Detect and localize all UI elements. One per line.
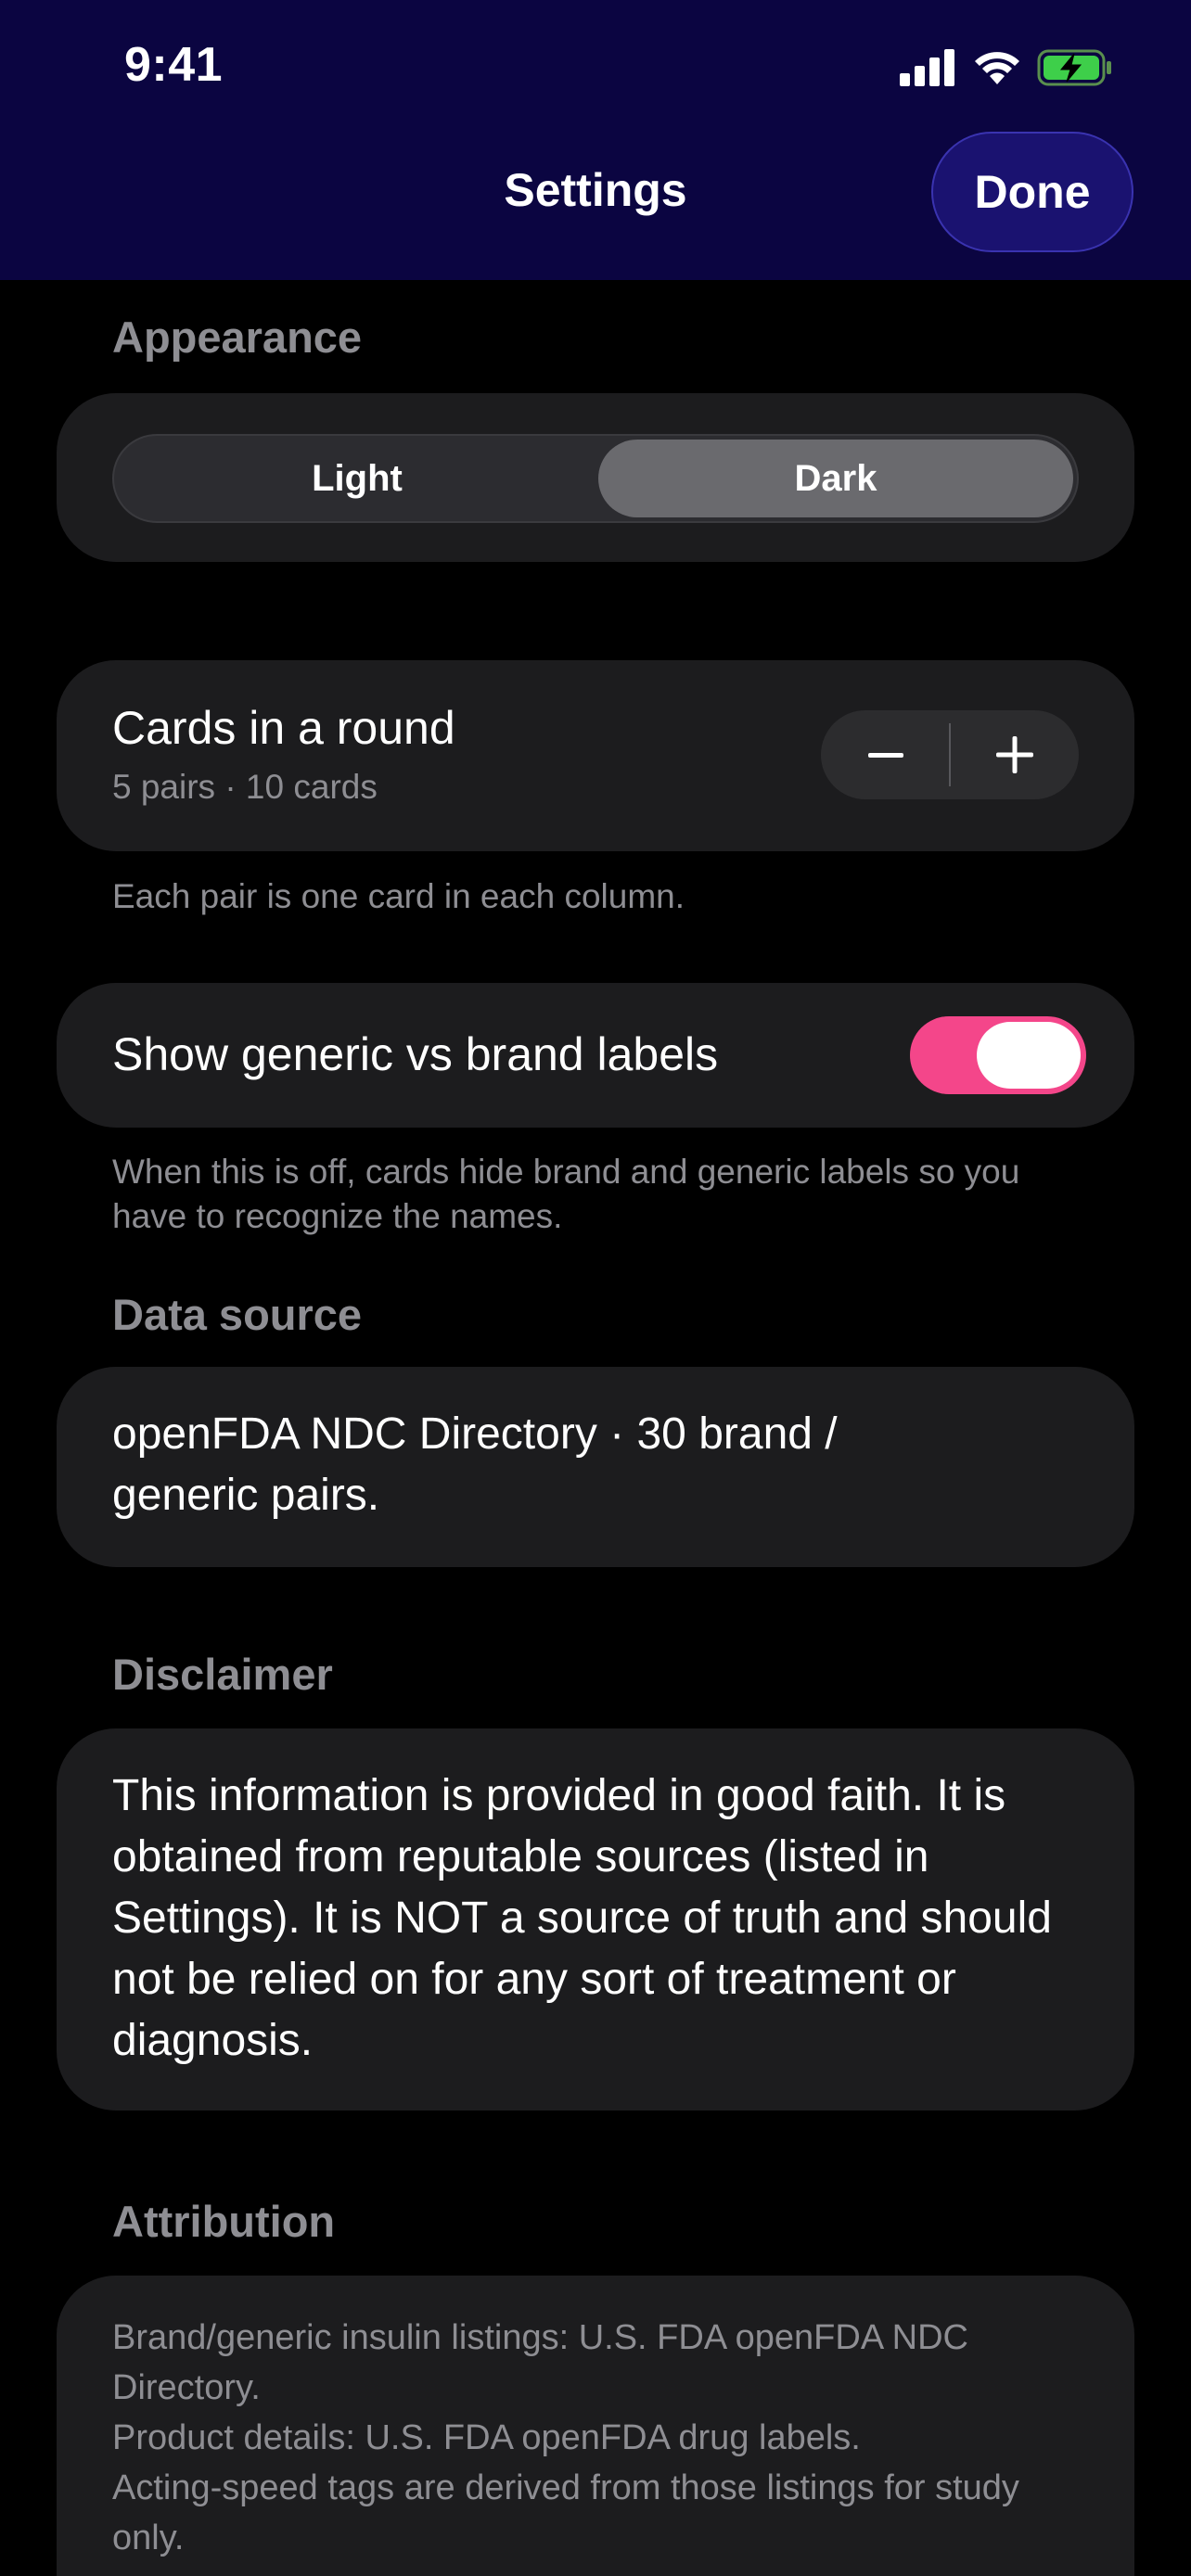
appearance-option-light[interactable]: Light [120,440,595,517]
attribution-card: Brand/generic insulin listings: U.S. FDA… [57,2276,1134,2576]
increment-button[interactable] [950,710,1079,799]
disclaimer-card: This information is provided in good fai… [57,1728,1134,2111]
data-source-section-title: Data source [112,1290,363,1339]
wifi-icon [975,52,1019,84]
attribution-section-title: Attribution [112,2197,336,2246]
toggle-knob [977,1022,1081,1089]
status-icons [900,46,1113,89]
done-button[interactable]: Done [931,132,1133,252]
appearance-section-title: Appearance [112,312,363,362]
labels-toggle-card: Show generic vs brand labels [57,983,1134,1128]
disclaimer-section-title: Disclaimer [112,1650,333,1699]
attribution-line: Product details: U.S. FDA openFDA drug l… [112,2418,861,2457]
data-source-text: openFDA NDC Directory · 30 brand / gener… [112,1409,838,1520]
appearance-option-dark[interactable]: Dark [598,440,1073,517]
labels-toggle-switch[interactable] [910,1016,1086,1094]
plus-icon [995,736,1033,773]
status-time: 9:41 [124,38,224,92]
cellular-signal-icon [900,49,954,86]
attribution-line: Brand/generic insulin listings: U.S. FDA… [112,2318,968,2407]
cards-round-subtitle: 5 pairs · 10 cards [112,768,378,806]
appearance-segmented-control: Light Dark [112,434,1079,523]
decrement-button[interactable] [821,710,950,799]
labels-toggle-label: Show generic vs brand labels [112,1028,719,1080]
cards-round-title: Cards in a round [112,702,455,754]
cards-round-card: Cards in a round 5 pairs · 10 cards [57,660,1134,851]
cards-round-stepper [821,710,1079,799]
disclaimer-text: This information is provided in good fai… [112,1771,1052,2065]
labels-toggle-footnote: When this is off, cards hide brand and g… [112,1153,1020,1235]
cards-round-footnote: Each pair is one card in each column. [112,877,685,915]
data-source-card: openFDA NDC Directory · 30 brand / gener… [57,1367,1134,1567]
minus-icon [867,753,903,758]
header: 9:41 Settings Done [0,0,1191,280]
appearance-card: Light Dark [57,393,1134,562]
settings-screen: 9:41 Settings Done Appearance Light Dark… [0,0,1191,2576]
battery-charging-icon [1037,49,1111,86]
attribution-line: Acting-speed tags are derived from those… [112,2468,1019,2557]
